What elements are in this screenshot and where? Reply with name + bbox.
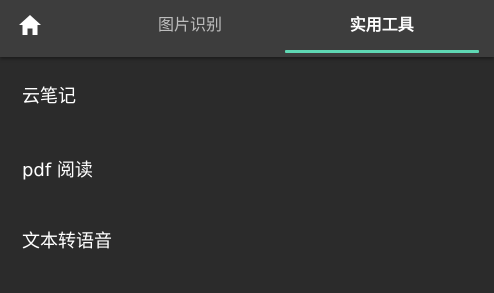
app-window: 图片识别 实用工具 云笔记 pdf 阅读 文本转语音 — [0, 0, 494, 293]
list-item-label: 云笔记 — [22, 86, 76, 107]
home-icon — [19, 15, 41, 35]
list-item-text-to-speech[interactable]: 文本转语音 — [0, 204, 494, 275]
list-item-cloud-notes[interactable]: 云笔记 — [0, 57, 494, 133]
tab-image-recognition[interactable]: 图片识别 — [95, 0, 285, 57]
active-tab-indicator — [285, 50, 479, 53]
list-item-label: 文本转语音 — [22, 230, 112, 252]
tab-label: 图片识别 — [157, 15, 222, 34]
tab-label: 实用工具 — [349, 15, 414, 34]
list-item-label: pdf 阅读 — [22, 159, 93, 181]
tab-utility-tools[interactable]: 实用工具 — [285, 0, 479, 57]
top-tab-bar: 图片识别 实用工具 — [0, 0, 494, 57]
list-item-pdf-reader[interactable]: pdf 阅读 — [0, 133, 494, 204]
tools-list: 云笔记 pdf 阅读 文本转语音 — [0, 57, 494, 275]
home-button[interactable] — [18, 10, 58, 40]
